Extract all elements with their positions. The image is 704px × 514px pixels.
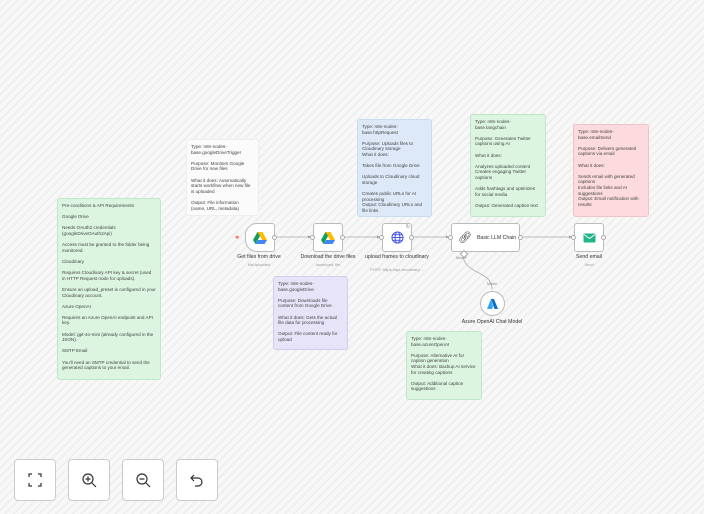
envelope-icon [583, 233, 595, 242]
node-subtitle: download: file [315, 262, 341, 267]
node-subtitle: fileUploaded [247, 262, 271, 267]
node-subtitle: Send [584, 262, 594, 267]
sticky-note-azure[interactable]: Type: n8n-nodes-base.azureOpenAI Purpose… [406, 331, 482, 400]
link-icon: 🔗︎ [458, 232, 472, 244]
node-send-email[interactable] [574, 223, 604, 252]
sticky-note-trigger[interactable]: Type: n8n-nodes-base.googleDriveTrigger … [186, 139, 259, 216]
input-port[interactable] [379, 235, 384, 240]
output-port[interactable] [340, 235, 345, 240]
output-port[interactable] [272, 235, 277, 240]
sticky-note-langchain[interactable]: Type: n8n-nodes-base.langchain Purpose: … [470, 114, 546, 217]
zoom-out-button[interactable] [122, 459, 164, 501]
undo-button[interactable] [176, 459, 218, 501]
zoom-in-icon [81, 472, 96, 487]
output-port[interactable] [601, 235, 606, 240]
google-drive-icon [321, 231, 335, 244]
node-label: Download the drive files [300, 254, 356, 260]
node-get-files-from-drive[interactable] [245, 223, 275, 252]
fullscreen-icon [28, 473, 42, 487]
model-port-label: Model* [456, 256, 468, 260]
azure-icon [487, 298, 498, 309]
globe-icon [390, 231, 404, 244]
output-port[interactable] [409, 235, 414, 240]
node-basic-llm-chain[interactable]: 🔗︎ Basic LLM Chain [451, 223, 520, 252]
node-download-drive-files[interactable] [313, 223, 343, 252]
node-azure-openai-chat-model[interactable] [480, 291, 505, 316]
sticky-note-http[interactable]: Type: n8n-nodes-base.httpRequest Purpose… [357, 119, 432, 217]
input-port[interactable] [310, 235, 315, 240]
node-label: Send email [576, 254, 602, 260]
node-label: Get files from drive [237, 254, 281, 260]
sticky-note-drive[interactable]: Type: n8n-nodes-base.googleDrive Purpose… [273, 276, 348, 350]
sticky-note-email[interactable]: Type: n8n-nodes-base.emailSend Purpose: … [573, 124, 649, 217]
node-subtitle: POST: https://api.cloudinary.... [370, 267, 424, 272]
zoom-out-icon [135, 472, 150, 487]
input-port[interactable] [571, 235, 576, 240]
sticky-note-prerequisites[interactable]: Pre-conditions & API Requirements Google… [57, 198, 161, 380]
output-port[interactable] [518, 235, 523, 240]
input-port[interactable] [448, 235, 453, 240]
trigger-bolt-icon: ✱ [235, 235, 240, 241]
node-label: Azure OpenAI Chat Model [461, 319, 523, 325]
model-port-label: Model [487, 282, 497, 286]
google-drive-icon [253, 231, 267, 244]
node-upload-to-cloudinary[interactable]: ↻ [382, 223, 412, 252]
refresh-icon: ↻ [405, 224, 410, 230]
fit-view-button[interactable] [14, 459, 56, 501]
node-label: Basic LLM Chain [476, 234, 517, 241]
zoom-in-button[interactable] [68, 459, 110, 501]
node-label: upload frames to cloudinary [365, 254, 429, 260]
undo-icon [190, 474, 203, 487]
